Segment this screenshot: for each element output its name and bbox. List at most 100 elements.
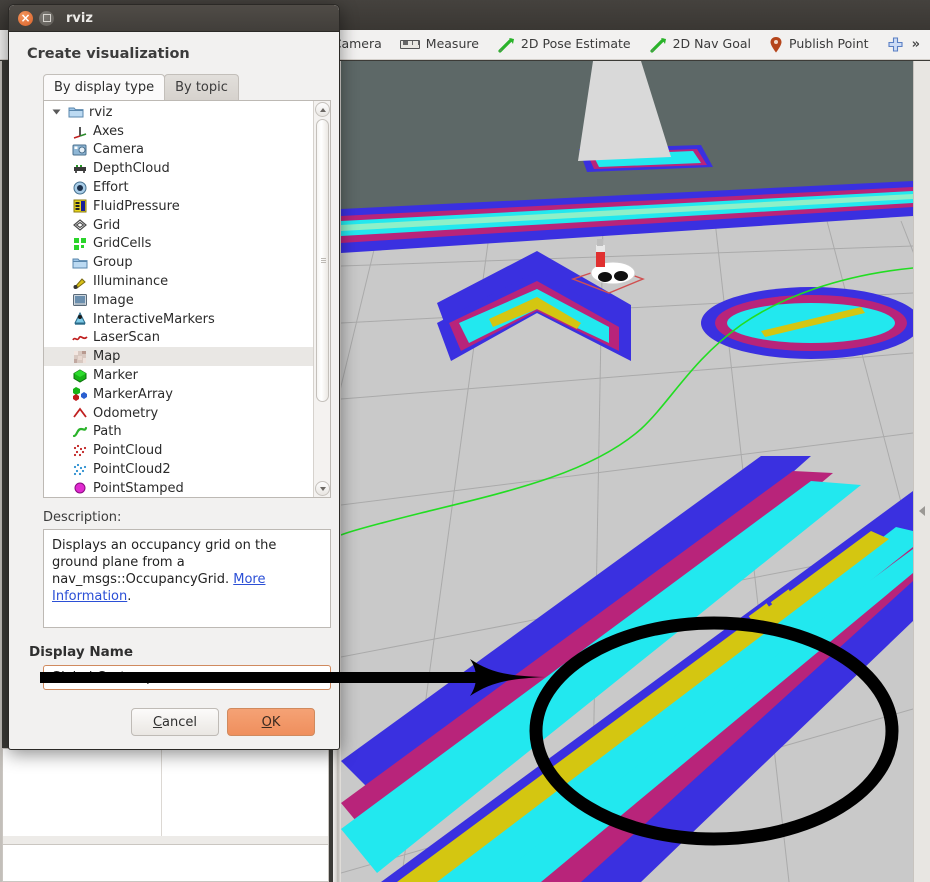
ground-plane bbox=[341, 61, 913, 882]
tree-item-label: Illuminance bbox=[93, 274, 169, 290]
tree-item-marker[interactable]: Marker bbox=[44, 366, 313, 385]
tree-item-group[interactable]: Group bbox=[44, 253, 313, 272]
dialog-titlebar[interactable]: rviz bbox=[9, 5, 339, 32]
ok-button-mnemonic: O bbox=[261, 714, 272, 730]
toolbar-item-focus-camera[interactable] bbox=[878, 30, 912, 60]
tree-item-label: Effort bbox=[93, 180, 129, 196]
tree-item-pointcloud2[interactable]: PointCloud2 bbox=[44, 460, 313, 479]
tree-item-label: Map bbox=[93, 349, 121, 365]
toolbar-item-publish-point-label: Publish Point bbox=[789, 36, 869, 52]
tree-item-laserscan[interactable]: LaserScan bbox=[44, 329, 313, 348]
chevron-down-icon[interactable] bbox=[50, 108, 63, 116]
time-panel[interactable] bbox=[2, 844, 329, 882]
display-name-input[interactable]: Global Costmap bbox=[43, 665, 331, 690]
folder-icon bbox=[72, 255, 88, 271]
tree-item-illuminance[interactable]: Illuminance bbox=[44, 272, 313, 291]
ok-button-label: K bbox=[271, 714, 281, 730]
tree-item-image[interactable]: Image bbox=[44, 291, 313, 310]
dialog-heading: Create visualization bbox=[27, 46, 190, 62]
tree-item-grid[interactable]: Grid bbox=[44, 216, 313, 235]
tree-scrollbar-thumb[interactable] bbox=[316, 119, 329, 402]
laserscan-icon bbox=[72, 330, 88, 346]
tree-item-depthcloud[interactable]: DepthCloud bbox=[44, 159, 313, 178]
tree-scrollbar[interactable] bbox=[313, 101, 330, 497]
tab-by-display-type-label: By display type bbox=[54, 80, 155, 95]
scroll-up-icon[interactable] bbox=[315, 102, 330, 117]
tree-item-markerarray[interactable]: MarkerArray bbox=[44, 385, 313, 404]
display-type-tree[interactable]: rviz Axes Camera DepthCloud Effort FluidPres… bbox=[43, 100, 331, 498]
description-box: Displays an occupancy grid on the ground… bbox=[43, 529, 331, 628]
tree-item-camera[interactable]: Camera bbox=[44, 141, 313, 160]
ok-button[interactable]: OK bbox=[227, 708, 315, 736]
tree-item-effort[interactable]: Effort bbox=[44, 178, 313, 197]
depthcloud-icon bbox=[72, 161, 88, 177]
create-visualization-dialog[interactable]: rviz Create visualization By display typ… bbox=[8, 4, 340, 750]
views-panel[interactable] bbox=[2, 748, 329, 841]
tree-item-pointstamped[interactable]: PointStamped bbox=[44, 479, 313, 497]
green-arrow-icon bbox=[649, 37, 667, 53]
dialog-tabs: By display type By topic bbox=[43, 74, 327, 100]
render-view-right-splitter[interactable] bbox=[913, 61, 930, 882]
toolbar-item-publish-point[interactable]: Publish Point bbox=[760, 30, 878, 60]
pointcloud2-icon bbox=[72, 462, 88, 478]
robot-model bbox=[570, 239, 645, 294]
views-panel-divider bbox=[161, 749, 162, 841]
dialog-body: Create visualization By display type By … bbox=[9, 32, 339, 749]
camera-icon bbox=[72, 142, 88, 158]
effort-icon bbox=[72, 180, 88, 196]
close-icon[interactable] bbox=[18, 10, 33, 26]
maximize-icon[interactable] bbox=[39, 10, 54, 26]
toolbar-item-2d-pose-estimate-label: 2D Pose Estimate bbox=[520, 36, 631, 52]
fluidpressure-icon bbox=[72, 198, 88, 214]
tree-item-label: InteractiveMarkers bbox=[93, 311, 215, 327]
tree-item-axes[interactable]: Axes bbox=[44, 122, 313, 141]
interactivemarkers-icon bbox=[72, 311, 88, 327]
path-icon bbox=[72, 424, 88, 440]
plus-crosshair-icon bbox=[887, 36, 903, 53]
tree-item-label: Image bbox=[93, 292, 134, 308]
tree-item-label: PointStamped bbox=[93, 480, 184, 496]
tree-root-rviz[interactable]: rviz bbox=[44, 103, 313, 122]
markerarray-icon bbox=[72, 386, 88, 402]
toolbar-overflow-button[interactable]: » bbox=[912, 37, 930, 52]
tab-by-topic[interactable]: By topic bbox=[164, 74, 239, 100]
tree-item-odometry[interactable]: Odometry bbox=[44, 404, 313, 423]
grid-icon bbox=[72, 217, 88, 233]
toolbar-item-measure[interactable]: Measure bbox=[391, 30, 488, 60]
tree-item-interactivemarkers[interactable]: InteractiveMarkers bbox=[44, 310, 313, 329]
image-icon bbox=[72, 292, 88, 308]
map-icon bbox=[72, 349, 88, 365]
tree-root-label: rviz bbox=[89, 104, 113, 120]
odometry-icon bbox=[72, 405, 88, 421]
3d-render-view[interactable] bbox=[341, 61, 913, 882]
toolbar-item-2d-pose-estimate[interactable]: 2D Pose Estimate bbox=[488, 30, 640, 60]
gridcells-icon bbox=[72, 236, 88, 252]
scroll-down-icon[interactable] bbox=[315, 481, 330, 496]
tree-item-label: Group bbox=[93, 255, 133, 271]
costmap-corridor-near bbox=[341, 456, 913, 882]
pointstamped-icon bbox=[72, 480, 88, 496]
tree-item-label: Marker bbox=[93, 368, 138, 384]
cancel-button[interactable]: Cancel bbox=[131, 708, 219, 736]
green-arrow-icon bbox=[497, 37, 515, 53]
cancel-button-mnemonic: C bbox=[152, 714, 163, 730]
tree-item-map[interactable]: Map bbox=[44, 347, 313, 367]
tree-item-label: GridCells bbox=[93, 236, 152, 252]
ruler-icon bbox=[399, 40, 420, 49]
dialog-window-title: rviz bbox=[66, 10, 93, 26]
tree-item-label: Axes bbox=[93, 123, 124, 139]
tree-item-fluidpressure[interactable]: FluidPressure bbox=[44, 197, 313, 216]
description-text-tail: . bbox=[127, 589, 132, 604]
tree-item-gridcells[interactable]: GridCells bbox=[44, 235, 313, 254]
tree-item-path[interactable]: Path bbox=[44, 423, 313, 442]
toolbar-item-2d-nav-goal[interactable]: 2D Nav Goal bbox=[640, 30, 760, 60]
time-panel-header bbox=[2, 836, 329, 844]
illuminance-icon bbox=[72, 274, 88, 290]
tree-item-label: PointCloud2 bbox=[93, 462, 171, 478]
tree-item-pointcloud[interactable]: PointCloud bbox=[44, 441, 313, 460]
folder-icon bbox=[68, 104, 84, 120]
splitter-handle-icon[interactable] bbox=[917, 505, 928, 516]
tree-item-label: LaserScan bbox=[93, 330, 160, 346]
costmap-blob-right bbox=[701, 287, 913, 359]
tab-by-display-type[interactable]: By display type bbox=[43, 74, 166, 100]
